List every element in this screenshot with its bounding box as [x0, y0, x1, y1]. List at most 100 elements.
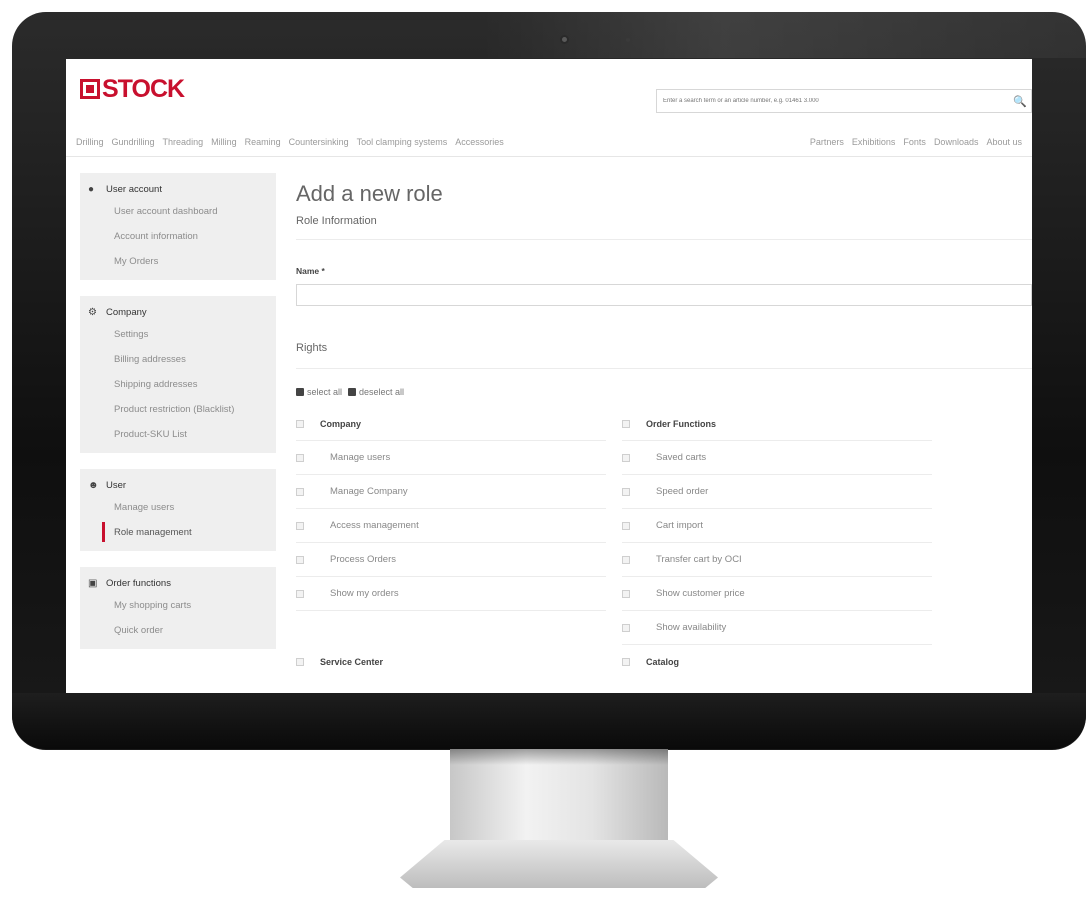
- sidebar-group-company: ⚙ Company Settings Billing addresses Shi…: [80, 296, 276, 453]
- monitor-chin: [12, 693, 1086, 749]
- sidebar-item-billing[interactable]: Billing addresses: [80, 347, 276, 372]
- rights-row: Show my orders: [296, 577, 606, 611]
- sidebar-heading-label: User: [106, 479, 127, 491]
- nav-item-countersinking[interactable]: Countersinking: [289, 137, 349, 147]
- checkbox[interactable]: [296, 658, 304, 666]
- page-title: Add a new role: [296, 181, 443, 206]
- main-content: Add a new role Role Information Name * R…: [296, 177, 1032, 693]
- minus-square-icon: [348, 388, 357, 396]
- rights-label: Manage Company: [330, 486, 408, 497]
- sidebar-heading: ⚙ Company: [80, 302, 276, 322]
- select-all-button[interactable]: select all: [296, 387, 342, 397]
- nav-item-drilling[interactable]: Drilling: [76, 137, 104, 147]
- rights-label: Show my orders: [330, 588, 399, 599]
- rights-row: Manage Company: [296, 475, 606, 509]
- rights-group-label: Order Functions: [646, 418, 717, 429]
- rights-group-label: Company: [320, 418, 362, 429]
- checkbox[interactable]: [622, 623, 630, 632]
- sidebar-item-dashboard[interactable]: User account dashboard: [80, 199, 276, 224]
- nav-item-downloads[interactable]: Downloads: [934, 137, 979, 147]
- sidebar-heading-label: User account: [106, 183, 162, 195]
- checkbox[interactable]: [622, 589, 630, 598]
- checkbox[interactable]: [622, 521, 630, 530]
- rights-label: Process Orders: [330, 554, 396, 565]
- checkbox[interactable]: [296, 487, 304, 496]
- checkbox[interactable]: [622, 555, 630, 564]
- nav-item-tool-clamping[interactable]: Tool clamping systems: [357, 137, 448, 147]
- search-box: 🔍: [656, 89, 1032, 113]
- rights-label: Transfer cart by OCI: [656, 554, 742, 565]
- nav-item-fonts[interactable]: Fonts: [903, 137, 926, 147]
- rights-row: Cart import: [622, 509, 932, 543]
- sidebar-group-user: ☻ User Manage users Role management: [80, 469, 276, 551]
- sidebar-item-manage-users[interactable]: Manage users: [80, 495, 276, 520]
- select-all-label: select all: [307, 387, 343, 397]
- checkbox[interactable]: [296, 521, 304, 530]
- logo-mark-icon: [80, 79, 100, 99]
- rights-column-order-functions: Order Functions Saved carts Speed order …: [622, 407, 932, 679]
- rights-column-company: Company Manage users Manage Company Acce…: [296, 407, 606, 679]
- checkbox[interactable]: [296, 555, 304, 564]
- checkbox[interactable]: [296, 453, 304, 462]
- nav-item-partners[interactable]: Partners: [810, 137, 844, 147]
- camera-icon: [560, 35, 569, 44]
- sidebar-item-quick-order[interactable]: Quick order: [80, 618, 276, 643]
- monitor-stand-base: [400, 840, 718, 888]
- checkbox[interactable]: [296, 419, 304, 428]
- sidebar-heading-label: Order functions: [106, 577, 171, 589]
- bezel-highlight: [482, 12, 1086, 58]
- checkbox[interactable]: [622, 487, 630, 496]
- rights-group-label: Service Center: [320, 657, 384, 667]
- deselect-all-button[interactable]: deselect all: [348, 387, 404, 397]
- rights-row: Show customer price: [622, 577, 932, 611]
- sidebar-group-order-functions: ▣ Order functions My shopping carts Quic…: [80, 567, 276, 649]
- rights-group-row: Company: [296, 407, 606, 441]
- main-navigation: Drilling Gundrilling Threading Milling R…: [66, 127, 1032, 157]
- role-information-heading: Role Information: [296, 215, 1032, 240]
- nav-item-reaming[interactable]: Reaming: [245, 137, 281, 147]
- rights-row: Process Orders: [296, 543, 606, 577]
- spacer-row: [296, 611, 606, 645]
- sidebar-heading: ☻ User: [80, 475, 276, 495]
- sidebar-item-account-info[interactable]: Account information: [80, 224, 276, 249]
- sidebar-item-shopping-carts[interactable]: My shopping carts: [80, 593, 276, 618]
- gear-icon: ⚙: [88, 306, 97, 318]
- sidebar-item-settings[interactable]: Settings: [80, 322, 276, 347]
- nav-item-milling[interactable]: Milling: [211, 137, 237, 147]
- nav-item-gundrilling[interactable]: Gundrilling: [112, 137, 155, 147]
- rights-group-row: Order Functions: [622, 407, 932, 441]
- name-field[interactable]: [296, 284, 1032, 306]
- nav-item-accessories[interactable]: Accessories: [455, 137, 504, 147]
- sidebar-item-blacklist[interactable]: Product restriction (Blacklist): [80, 397, 276, 422]
- sidebar-item-my-orders[interactable]: My Orders: [80, 249, 276, 274]
- rights-label: Show availability: [656, 622, 727, 633]
- rights-row: Speed order: [622, 475, 932, 509]
- search-input[interactable]: [657, 90, 1009, 112]
- nav-item-exhibitions[interactable]: Exhibitions: [852, 137, 896, 147]
- checkbox[interactable]: [622, 658, 630, 666]
- search-icon[interactable]: 🔍: [1009, 95, 1031, 108]
- rights-row: Access management: [296, 509, 606, 543]
- rights-group-row: Service Center: [296, 645, 606, 679]
- nav-item-about[interactable]: About us: [986, 137, 1022, 147]
- rights-label: Show customer price: [656, 588, 745, 599]
- user-icon: ●: [88, 183, 95, 195]
- rights-row: Manage users: [296, 441, 606, 475]
- checkbox[interactable]: [622, 453, 630, 462]
- name-field-label: Name *: [296, 266, 325, 276]
- checkbox[interactable]: [622, 419, 630, 428]
- account-sidebar: ● User account User account dashboard Ac…: [80, 173, 276, 693]
- logo[interactable]: STOCK: [80, 74, 185, 103]
- rights-row: Transfer cart by OCI: [622, 543, 932, 577]
- logo-text: STOCK: [102, 74, 185, 103]
- rights-row: Saved carts: [622, 441, 932, 475]
- rights-row: Show availability: [622, 611, 932, 645]
- sidebar-item-role-management[interactable]: Role management: [80, 520, 276, 545]
- nav-item-threading[interactable]: Threading: [163, 137, 204, 147]
- rights-label: Speed order: [656, 486, 709, 497]
- rights-columns: Company Manage users Manage Company Acce…: [296, 407, 1032, 679]
- users-icon: ☻: [88, 479, 99, 491]
- checkbox[interactable]: [296, 589, 304, 598]
- sidebar-item-shipping[interactable]: Shipping addresses: [80, 372, 276, 397]
- sidebar-item-sku-list[interactable]: Product-SKU List: [80, 422, 276, 447]
